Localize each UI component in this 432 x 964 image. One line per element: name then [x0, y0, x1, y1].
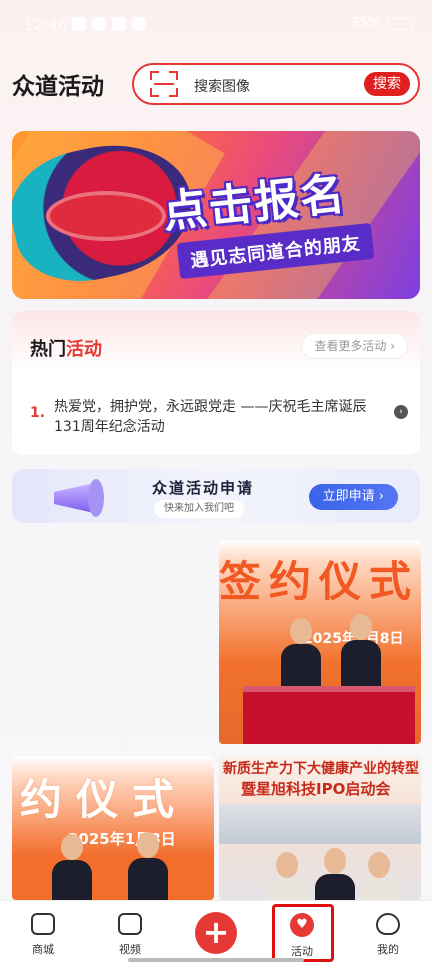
activity-photo[interactable]: 新质生产力下大健康产业的转型 暨星旭科技IPO启动会 [219, 756, 421, 900]
search-button[interactable]: 搜索 [364, 72, 410, 96]
activity-photo[interactable]: 约仪式 2025年1月8日 [12, 756, 214, 900]
apply-subtitle: 快来加入我们吧 [154, 500, 244, 518]
person-figure [315, 848, 355, 900]
activity-apply-card[interactable]: 众道活动申请 快来加入我们吧 立即申请 › [12, 469, 420, 523]
tab-mine[interactable]: 我的 [358, 909, 418, 957]
bottom-tab-bar: 商城 视频 + ♥ 活动 我的 [0, 900, 432, 964]
tab-add[interactable]: + [186, 909, 246, 957]
scan-icon[interactable] [150, 71, 178, 97]
search-bar[interactable]: 搜索图像 搜索 [132, 63, 420, 105]
photo-banner-text: 新质生产力下大健康产业的转型 [223, 761, 419, 777]
activity-photo[interactable]: 签约仪式 2025年1月8日 [219, 540, 421, 744]
status-right: 35% [351, 16, 412, 31]
person-figure [128, 832, 168, 900]
battery-icon [388, 17, 412, 30]
chevron-right-icon[interactable]: › [394, 405, 408, 419]
apply-now-button[interactable]: 立即申请 › [308, 484, 398, 510]
status-notification-icons [72, 17, 146, 31]
signing-table [243, 686, 415, 744]
photo-banner-text: 暨星旭科技IPO启动会 [241, 780, 391, 798]
plus-icon: + [195, 912, 237, 954]
page-title: 众道活动 [12, 74, 104, 100]
battery-text: 35% [351, 16, 380, 31]
photo-banner-text: 约仪式 [20, 775, 189, 824]
header: 众道活动 搜索图像 搜索 [0, 58, 432, 108]
hot-item-title[interactable]: 热爱党，拥护党，永远跟党走 ——庆祝毛主席诞辰131周年纪念活动 [54, 397, 384, 437]
person-figure [267, 852, 307, 900]
megaphone-icon [44, 471, 114, 523]
search-input[interactable]: 搜索图像 [194, 76, 250, 96]
status-bar: 12:46 35% [0, 0, 432, 52]
photo-backdrop [219, 804, 421, 844]
hot-item-index: 1. [30, 405, 46, 421]
lips-illustration [46, 191, 166, 241]
tab-label: 视频 [119, 943, 141, 956]
tab-video[interactable]: 视频 [100, 909, 160, 957]
active-tab-highlight [272, 904, 334, 962]
hot-activities-card: 热门活动 查看更多活动 › 1. 热爱党，拥护党，永远跟党走 ——庆祝毛主席诞辰… [12, 311, 420, 455]
app-notification-icon [92, 17, 106, 31]
app-notification-icon [132, 17, 146, 31]
tab-label: 我的 [377, 943, 399, 956]
tab-label: 商城 [32, 943, 54, 956]
home-indicator[interactable] [128, 958, 304, 962]
app-notification-icon [72, 17, 86, 31]
apply-title: 众道活动申请 [152, 479, 255, 497]
bag-icon [31, 913, 55, 935]
mascot-icon [376, 913, 400, 935]
signup-banner[interactable]: 点击报名 遇见志同道合的朋友 [12, 131, 420, 299]
app-notification-icon [112, 17, 126, 31]
video-icon [118, 913, 142, 935]
photo-banner-text: 签约仪式 [219, 557, 420, 606]
person-figure [52, 834, 92, 900]
view-more-activities-button[interactable]: 查看更多活动 › [301, 333, 408, 359]
person-figure [359, 852, 399, 900]
status-time: 12:46 [24, 16, 68, 34]
tab-shop[interactable]: 商城 [13, 909, 73, 957]
hot-section-title: 热门活动 [30, 339, 102, 360]
